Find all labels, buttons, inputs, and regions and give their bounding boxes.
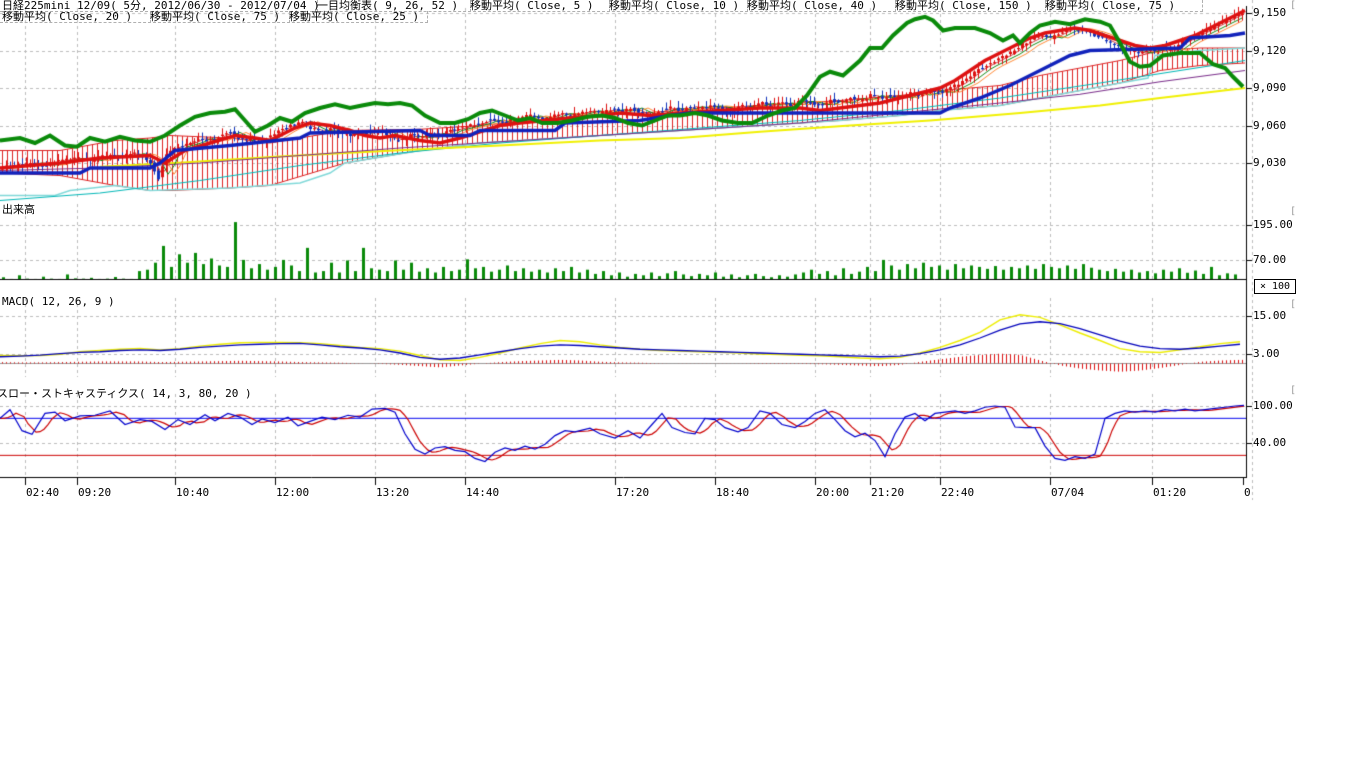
y-axis-label: 9,150 — [1253, 7, 1286, 19]
macd-panel-title: MACD( 12, 26, 9 ) — [2, 296, 115, 308]
pane-handle-icon[interactable]: [ — [1290, 300, 1296, 310]
time-label: 20:00 — [816, 487, 849, 499]
y-axis-label: 3.00 — [1253, 348, 1280, 360]
legend-cell: 移動平均( Close, 40 ) — [745, 0, 896, 12]
time-label: 07/04 — [1051, 487, 1084, 499]
pane-handle-icon[interactable]: [ — [1290, 1, 1296, 11]
y-axis-label: 195.00 — [1253, 219, 1293, 231]
volume-panel-title: 出来高 — [2, 204, 35, 216]
time-label: 02:40 — [26, 487, 59, 499]
time-label: 14:40 — [466, 487, 499, 499]
legend-cell: 移動平均( Close, 25 ) — [287, 11, 428, 23]
legend-cell: 移動平均( Close, 75 ) — [1043, 0, 1203, 12]
time-label: 10:40 — [176, 487, 209, 499]
legend-cell: 移動平均( Close, 10 ) — [607, 0, 748, 12]
pane-handle-icon[interactable]: [ — [1290, 207, 1296, 217]
legend-cell: 移動平均( Close, 5 ) — [468, 0, 610, 12]
time-label: 0 — [1244, 487, 1251, 499]
y-axis-label: 15.00 — [1253, 310, 1286, 322]
y-axis-label: 100.00 — [1253, 400, 1293, 412]
legend-cell: 移動平均( Close, 20 ) — [0, 11, 151, 23]
time-label: 21:20 — [871, 487, 904, 499]
legend-cell: 移動平均( Close, 75 ) — [148, 11, 290, 23]
chart-canvas — [0, 0, 1366, 510]
volume-scale-box: × 100 — [1254, 279, 1296, 294]
y-axis-label: 9,090 — [1253, 82, 1286, 94]
y-axis-label: 40.00 — [1253, 437, 1286, 449]
y-axis-label: 9,120 — [1253, 45, 1286, 57]
y-axis-label: 70.00 — [1253, 254, 1286, 266]
time-label: 09:20 — [78, 487, 111, 499]
y-axis-label: 9,060 — [1253, 120, 1286, 132]
time-label: 01:20 — [1153, 487, 1186, 499]
time-label: 22:40 — [941, 487, 974, 499]
time-label: 18:40 — [716, 487, 749, 499]
y-axis-label: 9,030 — [1253, 157, 1286, 169]
stoch-panel-title: スロー・ストキャスティクス( 14, 3, 80, 20 ) — [0, 388, 252, 400]
chart-window: 日経225mini 12/09( 5分, 2012/06/30 - 2012/0… — [0, 0, 1366, 768]
pane-handle-icon[interactable]: [ — [1290, 386, 1296, 396]
legend-cell: 移動平均( Close, 150 ) — [893, 0, 1046, 12]
time-label: 13:20 — [376, 487, 409, 499]
time-label: 12:00 — [276, 487, 309, 499]
time-label: 17:20 — [616, 487, 649, 499]
